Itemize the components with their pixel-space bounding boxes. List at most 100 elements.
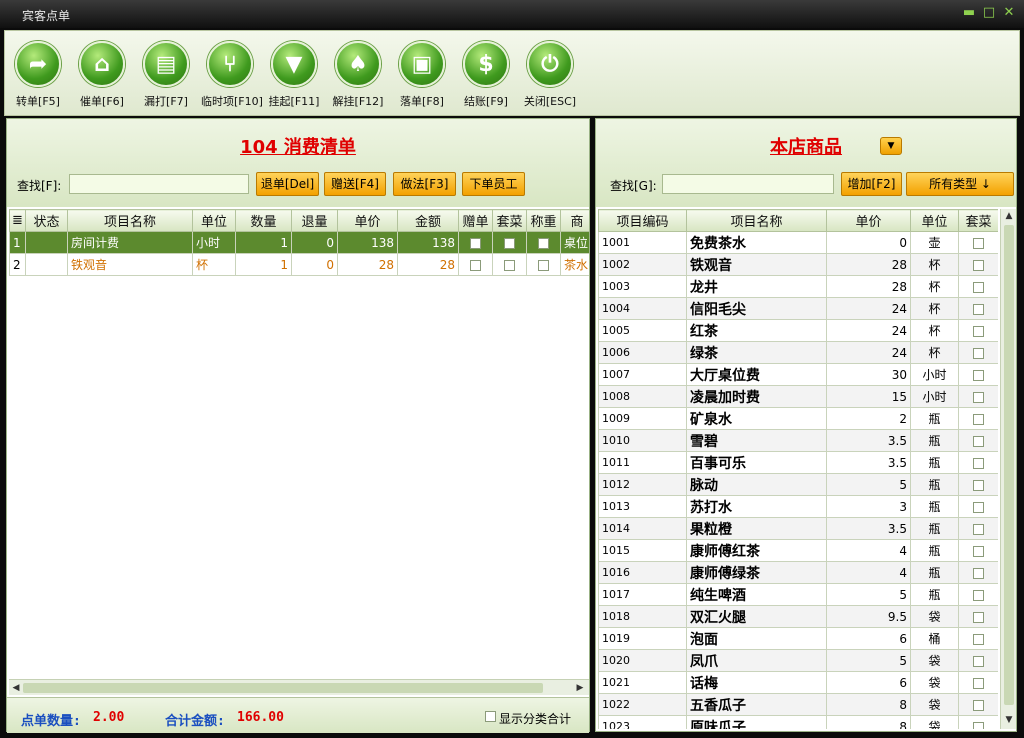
col-status[interactable]: 状态	[25, 209, 68, 232]
scroll-left-icon[interactable]: ◀	[9, 681, 23, 695]
scroll-up-icon[interactable]: ▲	[1002, 209, 1016, 223]
scroll-thumb[interactable]	[23, 683, 543, 693]
col-amount[interactable]: 金额	[397, 209, 459, 232]
table-row[interactable]: 1019 泡面 6 桶	[598, 627, 998, 650]
transfer-button[interactable]: ➦ 转单[F5]	[9, 41, 67, 109]
table-row[interactable]: 1 房间计费 小时 1 0 138 138 桌位	[9, 231, 589, 254]
set-meal-checkbox[interactable]	[973, 237, 984, 249]
horizontal-scrollbar[interactable]: ◀ ▶	[9, 679, 589, 695]
reprint-button[interactable]: ▤ 漏打[F7]	[137, 41, 195, 109]
show-category-checkbox[interactable]	[485, 711, 496, 722]
weigh-checkbox[interactable]	[538, 259, 549, 271]
set-meal-checkbox[interactable]	[504, 259, 515, 271]
set-meal-checkbox[interactable]	[973, 501, 984, 513]
set-meal-checkbox[interactable]	[973, 325, 984, 337]
table-row[interactable]: 1004 信阳毛尖 24 杯	[598, 297, 998, 320]
set-meal-checkbox[interactable]	[973, 633, 984, 645]
checkout-button[interactable]: $ 结账[F9]	[457, 41, 515, 109]
set-meal-checkbox[interactable]	[973, 303, 984, 315]
table-row[interactable]: 1017 纯生啤酒 5 瓶	[598, 583, 998, 606]
table-row[interactable]: 1009 矿泉水 2 瓶	[598, 407, 998, 430]
col-product-set-meal[interactable]: 套菜	[958, 209, 998, 232]
table-row[interactable]: 1016 康师傅绿茶 4 瓶	[598, 561, 998, 584]
maximize-icon[interactable]: □	[982, 6, 996, 20]
table-row[interactable]: 2 铁观音 杯 1 0 28 28 茶水	[9, 253, 589, 276]
place-order-button[interactable]: ▣ 落单[F8]	[393, 41, 451, 109]
set-meal-checkbox[interactable]	[973, 281, 984, 293]
set-meal-checkbox[interactable]	[973, 545, 984, 557]
suspend-button[interactable]: ▼ 挂起[F11]	[265, 41, 323, 109]
set-meal-checkbox[interactable]	[973, 457, 984, 469]
table-row[interactable]: 1023 原味瓜子 8 袋	[598, 715, 998, 729]
set-meal-checkbox[interactable]	[973, 435, 984, 447]
order-staff-button[interactable]: 下单员工	[462, 172, 525, 196]
gift-checkbox[interactable]	[470, 237, 481, 249]
col-extra[interactable]: 商	[560, 209, 589, 232]
table-row[interactable]: 1018 双汇火腿 9.5 袋	[598, 605, 998, 628]
set-meal-checkbox[interactable]	[973, 369, 984, 381]
left-search-input[interactable]	[69, 174, 249, 194]
close-icon[interactable]: ✕	[1002, 6, 1016, 20]
table-row[interactable]: 1001 免费茶水 0 壶	[598, 231, 998, 254]
table-row[interactable]: 1020 凤爪 5 袋	[598, 649, 998, 672]
table-row[interactable]: 1007 大厅桌位费 30 小时	[598, 363, 998, 386]
set-meal-checkbox[interactable]	[973, 523, 984, 535]
table-row[interactable]: 1014 果粒橙 3.5 瓶	[598, 517, 998, 540]
table-row[interactable]: 1003 龙井 28 杯	[598, 275, 998, 298]
table-row[interactable]: 1006 绿茶 24 杯	[598, 341, 998, 364]
weigh-checkbox[interactable]	[538, 237, 549, 249]
col-item-name[interactable]: 项目名称	[67, 209, 193, 232]
set-meal-checkbox[interactable]	[504, 237, 515, 249]
urge-button[interactable]: ⌂ 催单[F6]	[73, 41, 131, 109]
unsuspend-button[interactable]: ♠ 解挂[F12]	[329, 41, 387, 109]
set-meal-checkbox[interactable]	[973, 413, 984, 425]
add-product-button[interactable]: 增加[F2]	[841, 172, 902, 196]
col-product-name[interactable]: 项目名称	[686, 209, 827, 232]
temp-item-button[interactable]: ⑂ 临时项[F10]	[201, 41, 263, 109]
table-row[interactable]: 1005 红茶 24 杯	[598, 319, 998, 342]
cooking-method-button[interactable]: 做法[F3]	[393, 172, 456, 196]
table-row[interactable]: 1013 苏打水 3 瓶	[598, 495, 998, 518]
table-row[interactable]: 1015 康师傅红茶 4 瓶	[598, 539, 998, 562]
set-meal-checkbox[interactable]	[973, 611, 984, 623]
vertical-scrollbar[interactable]: ▲ ▼	[1000, 209, 1016, 729]
set-meal-checkbox[interactable]	[973, 567, 984, 579]
scroll-thumb[interactable]	[1004, 225, 1014, 705]
col-weigh[interactable]: 称重	[526, 209, 561, 232]
set-meal-checkbox[interactable]	[973, 699, 984, 711]
right-search-input[interactable]	[662, 174, 834, 194]
set-meal-checkbox[interactable]	[973, 391, 984, 403]
col-menu[interactable]: ≣	[9, 209, 26, 232]
col-unit[interactable]: 单位	[192, 209, 236, 232]
col-product-code[interactable]: 项目编码	[598, 209, 687, 232]
set-meal-checkbox[interactable]	[973, 589, 984, 601]
close-button[interactable]: ⏻ 关闭[ESC]	[521, 41, 579, 109]
scroll-down-icon[interactable]: ▼	[1002, 713, 1016, 727]
table-row[interactable]: 1011 百事可乐 3.5 瓶	[598, 451, 998, 474]
set-meal-checkbox[interactable]	[973, 347, 984, 359]
category-filter-button[interactable]: 所有类型 ↓	[906, 172, 1014, 196]
set-meal-checkbox[interactable]	[973, 259, 984, 271]
table-row[interactable]: 1012 脉动 5 瓶	[598, 473, 998, 496]
col-product-unit[interactable]: 单位	[910, 209, 959, 232]
col-set-meal[interactable]: 套菜	[492, 209, 527, 232]
table-row[interactable]: 1002 铁观音 28 杯	[598, 253, 998, 276]
set-meal-checkbox[interactable]	[973, 655, 984, 667]
col-return-qty[interactable]: 退量	[291, 209, 338, 232]
table-row[interactable]: 1008 凌晨加时费 15 小时	[598, 385, 998, 408]
table-row[interactable]: 1021 话梅 6 袋	[598, 671, 998, 694]
scroll-right-icon[interactable]: ▶	[573, 681, 587, 695]
col-qty[interactable]: 数量	[235, 209, 292, 232]
gift-button[interactable]: 赠送[F4]	[324, 172, 386, 196]
table-row[interactable]: 1010 雪碧 3.5 瓶	[598, 429, 998, 452]
set-meal-checkbox[interactable]	[973, 721, 984, 729]
col-gift[interactable]: 赠单	[458, 209, 493, 232]
return-item-button[interactable]: 退单[Del]	[256, 172, 319, 196]
title-dropdown-button[interactable]: ▼	[880, 137, 902, 155]
col-price[interactable]: 单价	[337, 209, 398, 232]
minimize-icon[interactable]: ▬	[962, 6, 976, 20]
set-meal-checkbox[interactable]	[973, 479, 984, 491]
col-product-price[interactable]: 单价	[826, 209, 911, 232]
table-row[interactable]: 1022 五香瓜子 8 袋	[598, 693, 998, 716]
set-meal-checkbox[interactable]	[973, 677, 984, 689]
